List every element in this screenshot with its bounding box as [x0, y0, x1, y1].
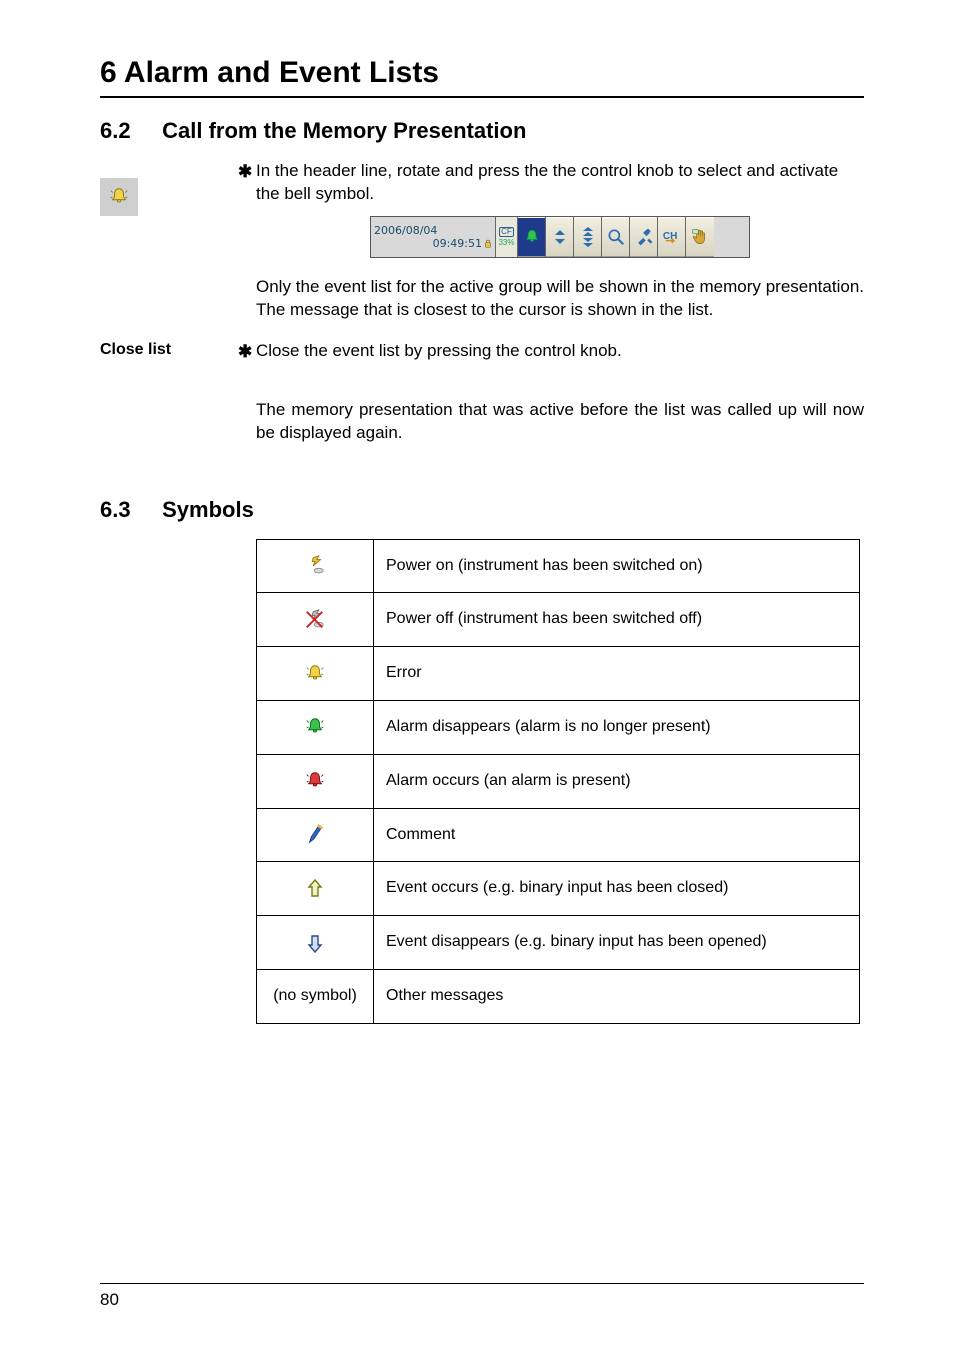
- bullet-asterisk: ✱: [238, 341, 252, 364]
- toolbar-cf-label: CF: [499, 227, 514, 237]
- bell-icon: [522, 227, 542, 247]
- step-close-list: ✱ Close the event list by pressing the c…: [256, 340, 864, 363]
- symbols-table: Power on (instrument has been switched o…: [256, 539, 860, 1024]
- symbol-cell-power-on: [257, 539, 374, 593]
- table-row: Alarm occurs (an alarm is present): [257, 754, 860, 808]
- table-row: (no symbol) Other messages: [257, 969, 860, 1023]
- symbol-cell-comment: [257, 808, 374, 862]
- hand-icon: [690, 227, 710, 247]
- updown-large-icon: [579, 226, 597, 248]
- table-row: Error: [257, 647, 860, 701]
- toolbar-cf-indicator: CF 33%: [496, 217, 518, 257]
- chapter-rule: [100, 96, 864, 98]
- page-number: 80: [100, 1290, 864, 1310]
- header-toolbar: 2006/08/04 09:49:51 CF 33%: [370, 216, 750, 258]
- note-active-group: Only the event list for the active group…: [256, 276, 864, 322]
- table-row: Event occurs (e.g. binary input has been…: [257, 862, 860, 916]
- symbol-text-error: Error: [374, 647, 860, 701]
- section-6-2-title: 6.2 Call from the Memory Presentation: [100, 118, 864, 144]
- table-row: Power off (instrument has been switched …: [257, 593, 860, 647]
- step-activate-bell-text: In the header line, rotate and press the…: [256, 161, 838, 203]
- symbol-cell-no-symbol: (no symbol): [257, 969, 374, 1023]
- bell-red-icon: [304, 770, 326, 792]
- section-6-3-heading: Symbols: [162, 497, 254, 522]
- symbol-text-event-occurs: Event occurs (e.g. binary input has been…: [374, 862, 860, 916]
- step-close-list-text: Close the event list by pressing the con…: [256, 341, 622, 360]
- ch-icon: CH: [661, 227, 683, 247]
- table-row: Alarm disappears (alarm is no longer pre…: [257, 700, 860, 754]
- margin-bell-icon-chip: [100, 178, 138, 216]
- note-memory-restore: The memory presentation that was active …: [256, 399, 864, 445]
- margin-close-list-label: Close list: [100, 340, 240, 361]
- symbol-cell-alarm-disappears: [257, 700, 374, 754]
- toolbar-search-button[interactable]: [602, 217, 630, 257]
- table-row: Event disappears (e.g. binary input has …: [257, 916, 860, 970]
- toolbar-tools-button[interactable]: [630, 217, 658, 257]
- updown-small-icon: [551, 227, 569, 247]
- toolbar-hand-button[interactable]: [686, 217, 714, 257]
- symbol-cell-alarm-occurs: [257, 754, 374, 808]
- toolbar-time: 09:49:51: [433, 237, 482, 250]
- toolbar-step-large-button[interactable]: [574, 217, 602, 257]
- page-footer: 80: [100, 1283, 864, 1310]
- tools-icon: [634, 227, 654, 247]
- section-6-3-number: 6.3: [100, 497, 156, 523]
- power-off-icon: [304, 609, 326, 631]
- toolbar-step-small-button[interactable]: [546, 217, 574, 257]
- symbol-text-alarm-disappears: Alarm disappears (alarm is no longer pre…: [374, 700, 860, 754]
- power-on-icon: [304, 555, 326, 577]
- symbol-cell-event-occurs: [257, 862, 374, 916]
- bell-green-icon: [304, 716, 326, 738]
- bullet-asterisk: ✱: [238, 161, 252, 184]
- arrow-up-icon: [305, 878, 325, 900]
- footer-rule: [100, 1283, 864, 1284]
- chapter-title: 6 Alarm and Event Lists: [100, 56, 864, 90]
- bell-yellow-icon: [304, 663, 326, 685]
- toolbar-date: 2006/08/04: [371, 224, 437, 237]
- section-6-2-heading: Call from the Memory Presentation: [162, 118, 526, 143]
- header-toolbar-figure: 2006/08/04 09:49:51 CF 33%: [256, 216, 864, 258]
- arrow-down-icon: [305, 932, 325, 954]
- symbol-text-other: Other messages: [374, 969, 860, 1023]
- toolbar-datetime: 2006/08/04 09:49:51: [371, 217, 496, 257]
- symbol-text-alarm-occurs: Alarm occurs (an alarm is present): [374, 754, 860, 808]
- pen-icon: [305, 824, 325, 846]
- symbol-text-power-off: Power off (instrument has been switched …: [374, 593, 860, 647]
- table-row: Power on (instrument has been switched o…: [257, 539, 860, 593]
- table-row: Comment: [257, 808, 860, 862]
- toolbar-bell-button[interactable]: [518, 217, 546, 257]
- symbol-text-comment: Comment: [374, 808, 860, 862]
- step-activate-bell: ✱ In the header line, rotate and press t…: [256, 160, 864, 206]
- symbol-cell-error: [257, 647, 374, 701]
- symbol-text-power-on: Power on (instrument has been switched o…: [374, 539, 860, 593]
- toolbar-cf-percent: 33%: [498, 238, 514, 247]
- bell-yellow-icon: [108, 186, 130, 208]
- no-symbol-label: (no symbol): [273, 987, 357, 1004]
- search-icon: [606, 227, 626, 247]
- symbol-text-event-disappears: Event disappears (e.g. binary input has …: [374, 916, 860, 970]
- section-6-3-title: 6.3 Symbols: [100, 497, 864, 523]
- section-6-2-number: 6.2: [100, 118, 156, 144]
- toolbar-ch-button[interactable]: CH: [658, 217, 686, 257]
- symbol-cell-event-disappears: [257, 916, 374, 970]
- symbol-cell-power-off: [257, 593, 374, 647]
- lock-icon: [484, 239, 492, 248]
